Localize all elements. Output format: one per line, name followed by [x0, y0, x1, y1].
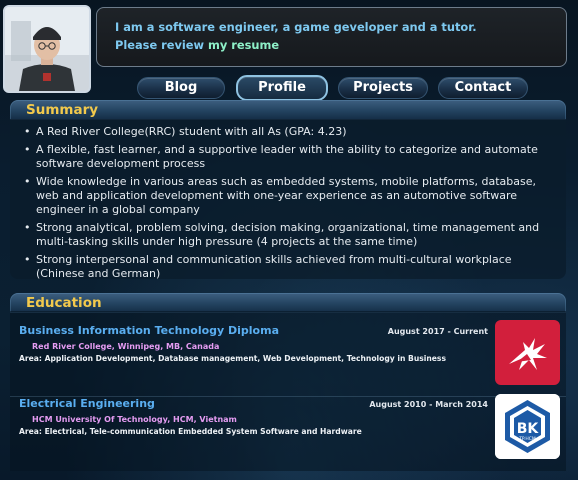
summary-item: • Wide knowledge in various areas such as… — [22, 175, 552, 217]
bullet-icon: • — [24, 175, 31, 188]
summary-item: • A flexible, fast learner, and a support… — [22, 143, 552, 171]
education-header: Education — [10, 293, 566, 313]
education-date: August 2010 - March 2014 — [369, 400, 488, 409]
summary-item: • Strong interpersonal and communication … — [22, 253, 552, 281]
education-item: Business Information Technology Diploma … — [10, 316, 566, 397]
education-area: Area: Electrical, Tele-communication Emb… — [19, 427, 362, 436]
nav-contact-button[interactable]: Contact — [438, 77, 528, 99]
summary-item-text: Strong interpersonal and communication s… — [36, 253, 512, 280]
bullet-icon: • — [24, 253, 31, 266]
education-title: Education — [26, 295, 102, 311]
education-panel: Business Information Technology Diploma … — [10, 311, 566, 471]
summary-item: • Strong analytical, problem solving, dec… — [22, 221, 552, 249]
bk-hcmut-logo-icon: BK TP.HCM — [495, 394, 560, 459]
summary-item-text: A flexible, fast learner, and a supporti… — [36, 143, 538, 170]
summary-item-text: Wide knowledge in various areas such as … — [36, 175, 536, 216]
education-title-link[interactable]: Business Information Technology Diploma — [19, 324, 279, 338]
bk-logo-subtext: TP.HCM — [518, 436, 536, 442]
summary-item: • A Red River College(RRC) student with a… — [22, 125, 552, 139]
nav-blog-button[interactable]: Blog — [137, 77, 225, 99]
bullet-icon: • — [24, 125, 31, 138]
intro-line-2-prefix: Please review — [115, 38, 209, 52]
intro-line-2: Please review my resume — [115, 36, 566, 54]
summary-list: • A Red River College(RRC) student with a… — [22, 125, 552, 285]
bullet-icon: • — [24, 143, 31, 156]
red-river-college-logo-icon — [495, 320, 560, 385]
main-nav: Blog Profile Projects Contact — [0, 75, 578, 101]
education-area: Area: Application Development, Database … — [19, 354, 446, 363]
summary-header: Summary — [10, 100, 566, 120]
education-title-link[interactable]: Electrical Engineering — [19, 397, 155, 411]
summary-item-text: A Red River College(RRC) student with al… — [36, 125, 347, 138]
summary-item-text: Strong analytical, problem solving, deci… — [36, 221, 540, 248]
summary-panel: • A Red River College(RRC) student with a… — [10, 119, 566, 280]
summary-title: Summary — [26, 102, 99, 118]
bk-logo-text: BK — [517, 421, 540, 437]
education-school: Red River College, Winnipeg, MB, Canada — [32, 342, 220, 351]
intro-line-1: I am a software engineer, a game gevelop… — [115, 20, 477, 34]
bullet-icon: • — [24, 221, 31, 234]
education-item: Electrical Engineering August 2010 - Mar… — [10, 393, 566, 471]
nav-projects-button[interactable]: Projects — [338, 77, 428, 99]
resume-link[interactable]: my resume — [208, 38, 279, 52]
intro-box: I am a software engineer, a game gevelop… — [96, 7, 567, 67]
nav-profile-button[interactable]: Profile — [236, 75, 328, 101]
education-school: HCM University Of Technology, HCM, Vietn… — [32, 415, 237, 424]
education-date: August 2017 - Current — [387, 327, 488, 336]
